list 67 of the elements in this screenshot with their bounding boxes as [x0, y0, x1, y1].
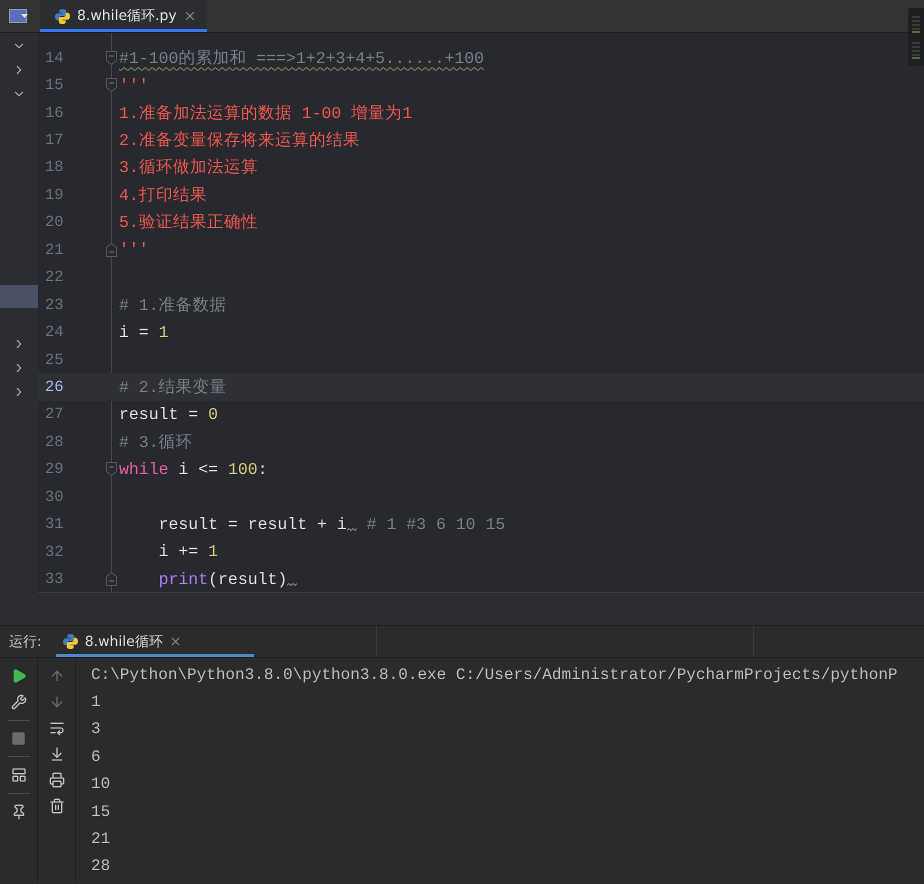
line-number: 19	[44, 186, 65, 204]
line-number: 20	[44, 213, 65, 232]
trash-icon[interactable]	[48, 798, 64, 814]
console-output-line: C:\Python\Python3.8.0\python3.8.0.exe C:/Users/Administrator/PycharmProjects/pythonP	[91, 664, 898, 686]
ok-stripes-icon	[912, 41, 920, 59]
code-line: 2.准备变量保存将来运算的结果	[119, 130, 360, 152]
code-line: 5.验证结果正确性	[119, 212, 258, 234]
wrench-icon[interactable]	[10, 694, 26, 710]
line-number: 26	[44, 378, 65, 396]
console-output-line: 10	[91, 774, 112, 796]
line-number: 29	[44, 460, 65, 478]
fold-icon[interactable]	[106, 78, 116, 92]
line-number: 33	[44, 570, 65, 588]
line-number: 24	[44, 323, 65, 342]
print-icon[interactable]	[48, 772, 64, 788]
code-line: # 2.结果变量	[119, 376, 227, 398]
stop-icon[interactable]	[11, 731, 26, 746]
line-number: 23	[44, 296, 65, 314]
console-output-line: 6	[91, 746, 102, 768]
pin-icon[interactable]	[10, 804, 26, 820]
console-output-line: 15	[91, 802, 112, 823]
code-line: print(result)	[119, 570, 298, 589]
code-line: #1-100的累加和 ===>1+2+3+4+5......+100	[119, 48, 484, 69]
fold-icon[interactable]	[106, 242, 116, 257]
code-line: 1.准备加法运算的数据 1-00 增量为1	[119, 102, 412, 124]
python-file-icon	[54, 8, 71, 24]
line-number: 16	[44, 104, 65, 122]
line-number: 32	[44, 542, 65, 561]
python-file-icon	[62, 633, 79, 650]
console-output-line: 28	[91, 856, 112, 878]
line-number: 17	[44, 131, 65, 150]
console-output-line: 21	[91, 829, 112, 850]
code-line: # 1.准备数据	[119, 294, 227, 316]
run-label: 运行:	[8, 632, 43, 650]
layout-icon[interactable]	[10, 767, 26, 783]
code-line: result = result + i # 1 #3 6 10 15	[158, 514, 506, 534]
code-line: while i <= 100:	[119, 460, 268, 479]
code-line: i = 1	[119, 322, 169, 342]
code-line: '''	[119, 240, 149, 260]
line-number: 22	[44, 268, 65, 286]
code-line: result = 0	[119, 404, 218, 424]
run-icon[interactable]	[10, 668, 26, 684]
line-number: 27	[44, 405, 65, 424]
line-number: 31	[44, 515, 65, 534]
window-icon[interactable]	[9, 8, 29, 24]
code-line: 4.打印结果	[119, 184, 207, 206]
code-line: '''	[119, 76, 149, 95]
line-number: 14	[44, 48, 65, 67]
code-line: # 3.循环	[119, 432, 193, 453]
line-number: 25	[44, 350, 65, 369]
editor-tab[interactable]: 8.while循环.py	[40, 0, 207, 32]
line-number: 28	[44, 432, 65, 451]
scroll-to-end-icon[interactable]	[48, 746, 64, 762]
line-number: 15	[44, 76, 65, 94]
line-number: 30	[44, 488, 65, 506]
close-icon[interactable]	[168, 635, 182, 648]
line-number: 18	[44, 158, 65, 176]
soft-wrap-icon[interactable]	[48, 720, 64, 736]
warning-stripes-icon	[912, 15, 920, 33]
line-number: 21	[44, 240, 65, 259]
console-output-line: 3	[91, 719, 102, 740]
code-line: i += 1	[158, 542, 218, 562]
fold-icon[interactable]	[106, 50, 116, 65]
console-output-line: 1	[91, 692, 102, 714]
code-line: 3.循环做加法运算	[119, 157, 258, 178]
fold-icon[interactable]	[106, 572, 116, 586]
fold-icon[interactable]	[106, 462, 116, 476]
